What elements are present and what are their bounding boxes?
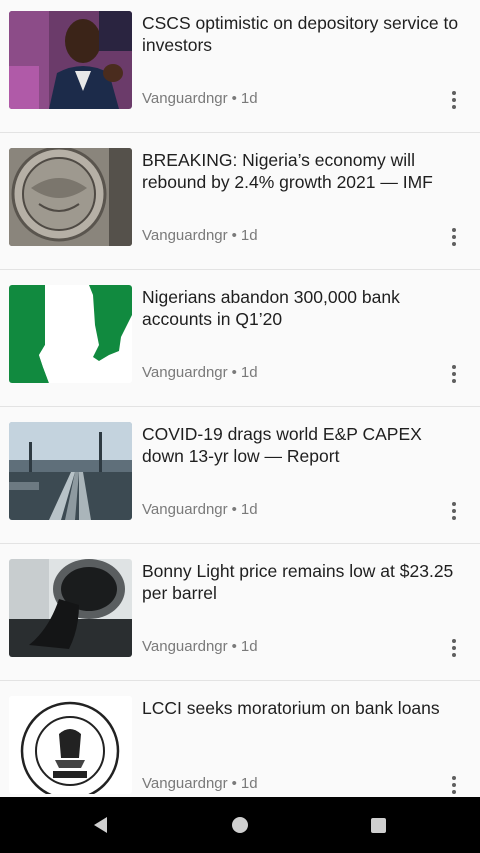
news-item[interactable]: BREAKING: Nigeria’s economy will rebound… — [0, 133, 480, 270]
more-options-icon[interactable] — [444, 773, 464, 797]
more-options-icon[interactable] — [444, 88, 464, 112]
lcci-logo — [9, 696, 132, 794]
article-source: Vanguardngr — [142, 775, 228, 792]
news-item[interactable]: Bonny Light price remains low at $23.25 … — [0, 544, 480, 681]
article-source: Vanguardngr — [142, 227, 228, 244]
more-options-icon[interactable] — [444, 499, 464, 523]
man-in-suit-photo — [9, 11, 132, 109]
article-thumbnail[interactable] — [9, 422, 132, 520]
meta-separator: • — [231, 90, 237, 107]
article-thumbnail[interactable] — [9, 559, 132, 657]
article-meta: Vanguardngr • 1d — [142, 227, 258, 244]
system-navigation-bar — [0, 797, 480, 853]
recents-square-icon — [370, 817, 386, 833]
article-title[interactable]: Nigerians abandon 300,000 bank accounts … — [142, 286, 467, 330]
more-options-icon[interactable] — [444, 225, 464, 249]
more-options-icon[interactable] — [444, 362, 464, 386]
article-thumbnail[interactable] — [9, 696, 132, 794]
article-source: Vanguardngr — [142, 364, 228, 381]
article-age: 1d — [240, 364, 258, 381]
oil-pipeline-photo — [9, 422, 132, 520]
article-meta: Vanguardngr • 1d — [142, 364, 258, 381]
article-source: Vanguardngr — [142, 501, 228, 518]
home-circle-icon — [232, 817, 248, 833]
article-title[interactable]: BREAKING: Nigeria’s economy will rebound… — [142, 149, 467, 193]
article-title[interactable]: Bonny Light price remains low at $23.25 … — [142, 560, 467, 604]
meta-separator: • — [231, 364, 237, 381]
news-item[interactable]: Nigerians abandon 300,000 bank accounts … — [0, 270, 480, 407]
article-source: Vanguardngr — [142, 638, 228, 655]
article-age: 1d — [240, 227, 258, 244]
article-title[interactable]: COVID-19 drags world E&P CAPEX down 13-y… — [142, 423, 467, 467]
article-age: 1d — [240, 775, 258, 792]
article-title[interactable]: LCCI seeks moratorium on bank loans — [142, 697, 467, 719]
article-meta: Vanguardngr • 1d — [142, 90, 258, 107]
article-age: 1d — [240, 90, 258, 107]
nigeria-map-flag — [9, 285, 132, 383]
news-feed: CSCS optimistic on depository service to… — [0, 0, 480, 797]
article-meta: Vanguardngr • 1d — [142, 501, 258, 518]
more-options-icon[interactable] — [444, 636, 464, 660]
news-item[interactable]: LCCI seeks moratorium on bank loans Vang… — [0, 681, 480, 797]
back-button[interactable] — [70, 797, 130, 853]
screen: CSCS optimistic on depository service to… — [0, 0, 480, 853]
meta-separator: • — [231, 638, 237, 655]
meta-separator: • — [231, 775, 237, 792]
imf-seal-photo — [9, 148, 132, 246]
article-thumbnail[interactable] — [9, 11, 132, 109]
article-thumbnail[interactable] — [9, 285, 132, 383]
news-item[interactable]: COVID-19 drags world E&P CAPEX down 13-y… — [0, 407, 480, 544]
meta-separator: • — [231, 501, 237, 518]
article-age: 1d — [240, 501, 258, 518]
article-source: Vanguardngr — [142, 90, 228, 107]
oil-barrel-photo — [9, 559, 132, 657]
meta-separator: • — [231, 227, 237, 244]
article-thumbnail[interactable] — [9, 148, 132, 246]
back-triangle-icon — [93, 817, 107, 833]
article-meta: Vanguardngr • 1d — [142, 638, 258, 655]
article-title[interactable]: CSCS optimistic on depository service to… — [142, 12, 467, 56]
recents-button[interactable] — [348, 797, 408, 853]
article-age: 1d — [240, 638, 258, 655]
home-button[interactable] — [210, 797, 270, 853]
article-meta: Vanguardngr • 1d — [142, 775, 258, 792]
news-item[interactable]: CSCS optimistic on depository service to… — [0, 0, 480, 133]
